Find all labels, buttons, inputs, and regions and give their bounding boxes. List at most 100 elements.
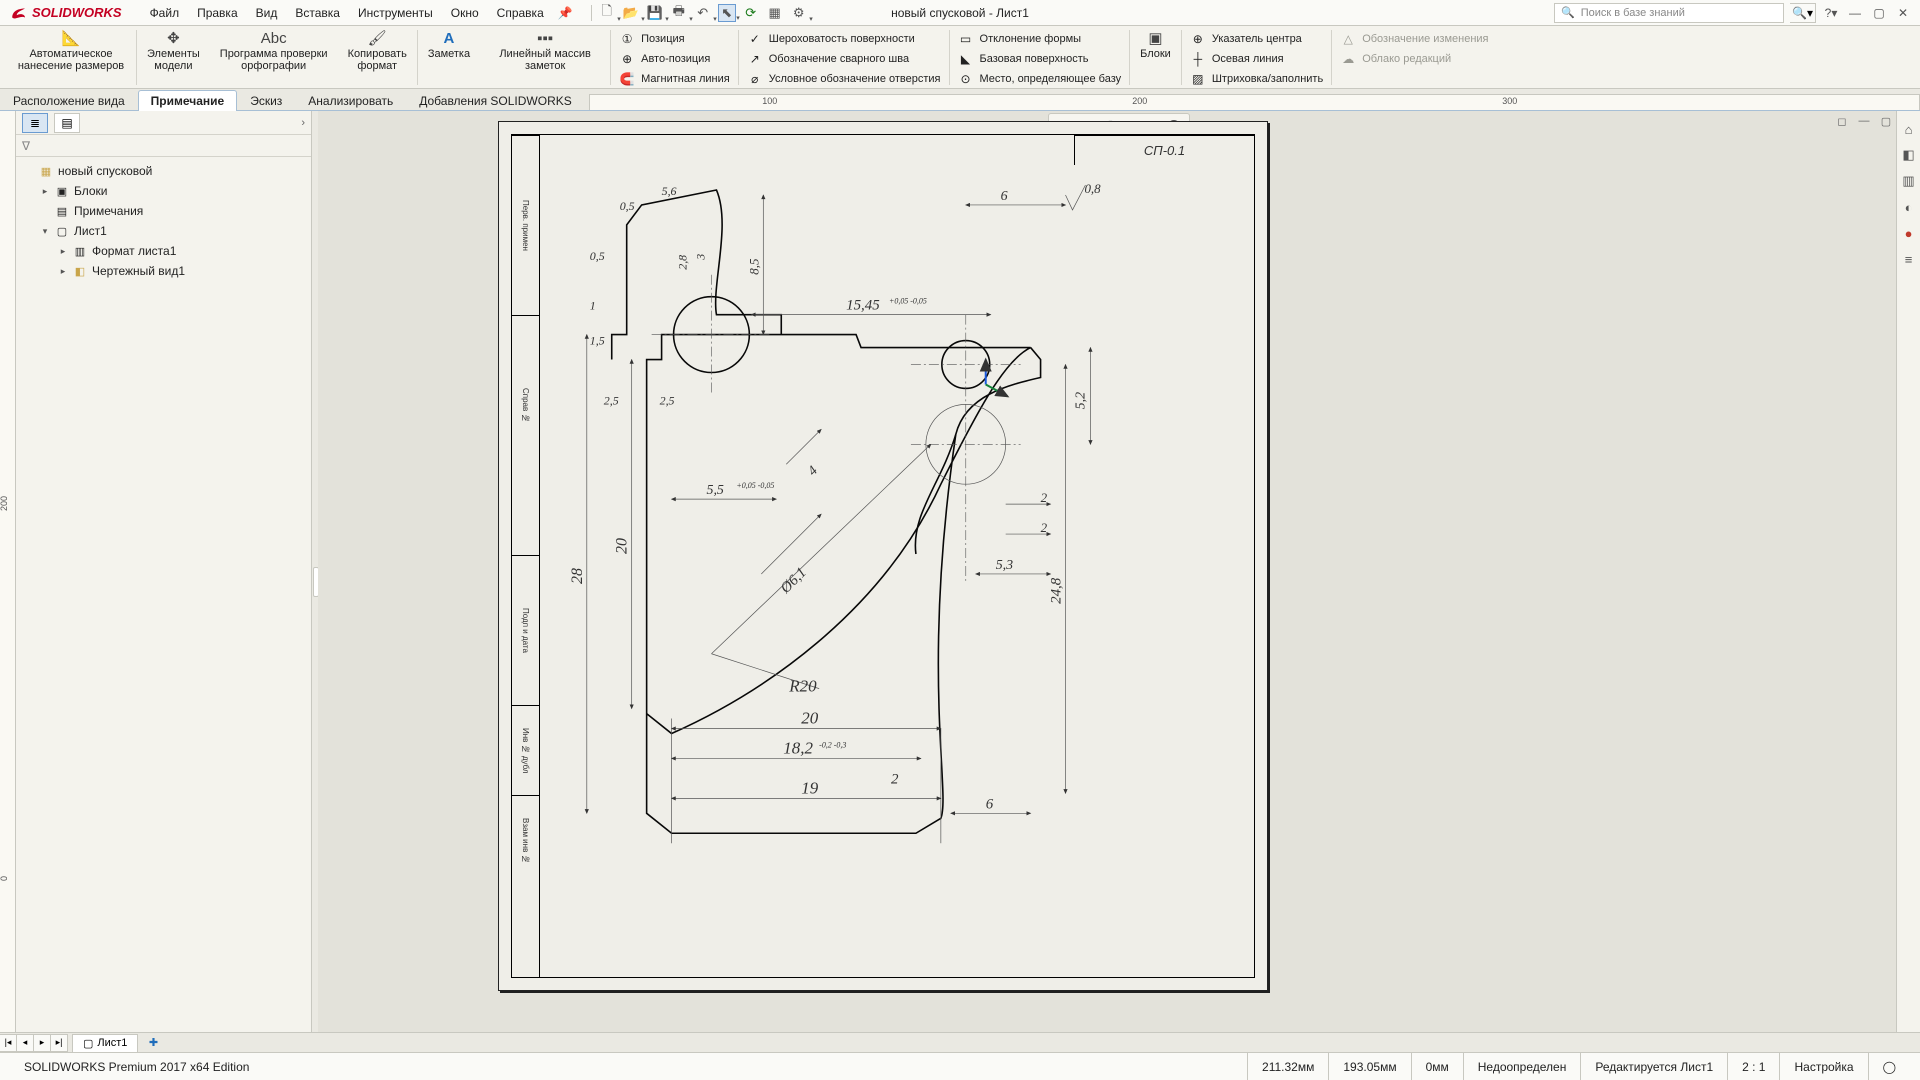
- dimension-icon: 📐: [62, 29, 81, 47]
- status-x: 211.32мм: [1247, 1053, 1328, 1080]
- options-icon[interactable]: ▦: [766, 4, 784, 22]
- cmd-datum-feature[interactable]: ◣Базовая поверхность: [958, 50, 1122, 68]
- cmd-note[interactable]: A Заметка: [418, 28, 480, 88]
- cmd-center-mark[interactable]: ⊕Указатель центра: [1190, 30, 1323, 48]
- cmd-model-items[interactable]: ✥ Элементы модели: [137, 28, 210, 88]
- home-icon[interactable]: ⌂: [1899, 119, 1919, 139]
- add-sheet-icon[interactable]: ✚: [144, 1034, 162, 1052]
- status-z: 0мм: [1411, 1053, 1463, 1080]
- cmd-smart-dimension[interactable]: 📐 Автоматическое нанесение размеров: [6, 28, 136, 88]
- dim-4: 4: [805, 463, 821, 479]
- dim-d61: Ø6,1: [777, 565, 810, 598]
- close-icon[interactable]: ✕: [1894, 4, 1912, 22]
- rebuild-icon[interactable]: ⟳: [742, 4, 760, 22]
- custom-props-icon[interactable]: ≡: [1899, 249, 1919, 269]
- menu-tools[interactable]: Инструменты: [350, 3, 441, 23]
- tree-sheet-format[interactable]: ▸▥Формат листа1: [18, 241, 309, 261]
- help-icon[interactable]: ?▾: [1822, 4, 1840, 22]
- cmd-centerline[interactable]: ┼Осевая линия: [1190, 50, 1323, 68]
- tab-view-layout[interactable]: Расположение вида: [0, 90, 138, 111]
- select-icon[interactable]: ⬉: [718, 4, 736, 22]
- ruler-label-200: 200: [1132, 96, 1147, 106]
- tab-sketch[interactable]: Эскиз: [237, 90, 295, 111]
- tree-blocks[interactable]: ▸▣Блоки: [18, 181, 309, 201]
- fm-tab-tree-icon[interactable]: ≣: [22, 113, 48, 133]
- open-icon[interactable]: 📂: [622, 4, 640, 22]
- resources-icon[interactable]: ◧: [1899, 145, 1919, 165]
- search-input[interactable]: 🔍 Поиск в базе знаний: [1554, 3, 1784, 23]
- cmd-blocks[interactable]: ▣ Блоки: [1130, 28, 1181, 88]
- menu-file[interactable]: Файл: [142, 3, 188, 23]
- last-sheet-icon[interactable]: ▸|: [50, 1034, 68, 1052]
- undo-icon[interactable]: ↶: [694, 4, 712, 22]
- settings-icon[interactable]: ⚙: [790, 4, 808, 22]
- cmd-magnetic-line[interactable]: 🧲Магнитная линия: [619, 70, 730, 88]
- fm-filter[interactable]: ∇: [16, 135, 311, 157]
- dim-28s: 2,8: [676, 255, 690, 270]
- status-bar: SOLIDWORKS Premium 2017 x64 Edition 211.…: [0, 1052, 1920, 1080]
- tree-drawing-view[interactable]: ▸◧Чертежный вид1: [18, 261, 309, 281]
- mdi-float-icon[interactable]: ◻: [1834, 113, 1850, 129]
- new-icon[interactable]: 🗋: [598, 4, 616, 22]
- status-alert-icon[interactable]: ◯: [1868, 1053, 1910, 1080]
- pattern-icon: ▪▪▪: [537, 30, 553, 47]
- next-sheet-icon[interactable]: ▸: [33, 1034, 51, 1052]
- first-sheet-icon[interactable]: |◂: [0, 1034, 17, 1052]
- sheet-tab-bar: |◂ ◂ ▸ ▸| ▢ Лист1 ✚: [0, 1032, 1920, 1052]
- tree-annotations[interactable]: ▤Примечания: [18, 201, 309, 221]
- tab-evaluate[interactable]: Анализировать: [295, 90, 406, 111]
- tab-annotation[interactable]: Примечание: [138, 90, 238, 111]
- print-icon[interactable]: 🖶: [670, 4, 688, 22]
- tab-addins[interactable]: Добавления SOLIDWORKS: [406, 90, 585, 111]
- fm-tab-prop-icon[interactable]: ▤: [54, 113, 80, 133]
- graphics-area[interactable]: ⌕ ▣ ↺ ◐ ▦ 👁 ◻ — ▢ ✕ СП-0.1 Перв. примен …: [318, 111, 1920, 1052]
- mdi-min-icon[interactable]: —: [1856, 113, 1872, 129]
- cmd-surface-finish[interactable]: ✓Шероховатость поверхности: [747, 30, 941, 48]
- cmd-format-painter[interactable]: 🖌 Копировать формат: [338, 28, 417, 88]
- status-customize[interactable]: Настройка: [1779, 1053, 1867, 1080]
- status-state: Недоопределен: [1463, 1053, 1581, 1080]
- block-folder-icon: ▣: [54, 183, 70, 199]
- cmd-weld-symbol[interactable]: ↗Обозначение сварного шва: [747, 50, 941, 68]
- dim-52: 5,2: [1073, 392, 1088, 409]
- cmd-spell-check[interactable]: Abc Программа проверки орфографии: [210, 28, 338, 88]
- fm-tab-header: ≣ ▤ ›: [16, 111, 311, 135]
- menu-edit[interactable]: Правка: [189, 3, 246, 23]
- appearances-icon[interactable]: ●: [1899, 223, 1919, 243]
- cmd-datum-target[interactable]: ⊙Место, определяющее базу: [958, 70, 1122, 88]
- library-icon[interactable]: ▥: [1899, 171, 1919, 191]
- cmd-area-hatch[interactable]: ▨Штриховка/заполнить: [1190, 70, 1323, 88]
- explorer-icon[interactable]: ◐: [1899, 197, 1919, 217]
- mdi-max-icon[interactable]: ▢: [1878, 113, 1894, 129]
- cmd-auto-balloon[interactable]: ⊕Авто-позиция: [619, 50, 730, 68]
- cmd-hole-callout[interactable]: ⌀Условное обозначение отверстия: [747, 70, 941, 88]
- dim-85: 8,5: [746, 258, 761, 275]
- status-zoom[interactable]: 2 : 1: [1727, 1053, 1779, 1080]
- menu-view[interactable]: Вид: [248, 3, 286, 23]
- menu-window[interactable]: Окно: [443, 3, 487, 23]
- tree-root[interactable]: ▦новый спусковой: [18, 161, 309, 181]
- fm-expand-icon[interactable]: ›: [301, 117, 305, 129]
- dim-05b: 0,5: [590, 249, 605, 263]
- app-brand: SOLIDWORKS: [32, 5, 122, 20]
- cmd-linear-note-pattern[interactable]: ▪▪▪ Линейный массив заметок: [480, 28, 610, 88]
- menu-help[interactable]: Справка: [489, 3, 552, 23]
- centerline-icon: ┼: [1190, 51, 1206, 67]
- cmd-balloon[interactable]: ①Позиция: [619, 30, 730, 48]
- cmd-geometric-tolerance[interactable]: ▭Отклонение формы: [958, 30, 1122, 48]
- save-icon[interactable]: 💾: [646, 4, 664, 22]
- search-dropdown[interactable]: 🔍▾: [1790, 3, 1816, 23]
- center-mark-icon: ⊕: [1190, 31, 1206, 47]
- annotations-icon: ▤: [54, 203, 70, 219]
- cmd-revision-symbol: △Обозначение изменения: [1340, 30, 1488, 48]
- feature-tree: ▦новый спусковой ▸▣Блоки ▤Примечания ▾▢Л…: [16, 157, 311, 1052]
- prev-sheet-icon[interactable]: ◂: [16, 1034, 34, 1052]
- pin-icon[interactable]: 📌: [558, 6, 573, 20]
- balloon-icon: ①: [619, 31, 635, 47]
- menu-insert[interactable]: Вставка: [287, 3, 348, 23]
- status-edition: SOLIDWORKS Premium 2017 x64 Edition: [10, 1053, 263, 1080]
- minimize-icon[interactable]: —: [1846, 4, 1864, 22]
- restore-icon[interactable]: ▢: [1870, 4, 1888, 22]
- sheet-tab-1[interactable]: ▢ Лист1: [72, 1034, 138, 1052]
- tree-sheet[interactable]: ▾▢Лист1: [18, 221, 309, 241]
